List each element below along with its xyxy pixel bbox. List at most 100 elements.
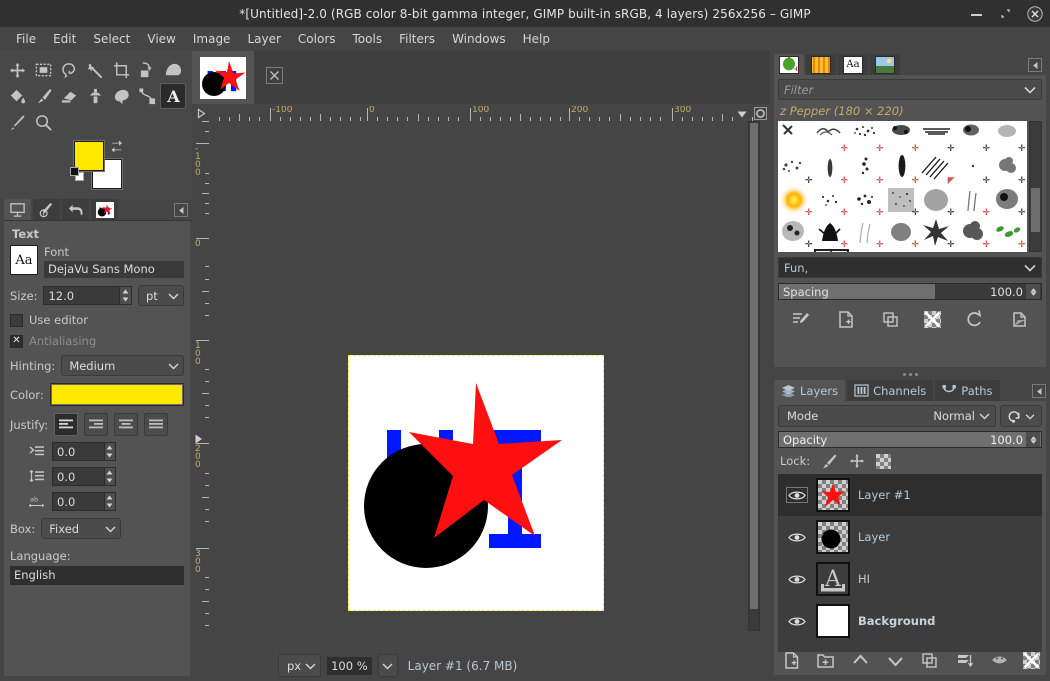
raise-layer-icon[interactable] [850,649,872,671]
vertical-ruler[interactable]: -100 0 100 200 300 [194,121,209,631]
spacing-spin-buttons[interactable] [1026,284,1040,299]
delete-layer-icon[interactable] [1022,651,1040,669]
duplicate-brush-icon[interactable] [879,308,903,330]
brushes-tab[interactable]: + [774,54,804,75]
table-row[interactable]: Layer [778,516,1042,558]
line-spacing-decrement-icon[interactable] [103,476,115,485]
justify-left-button[interactable] [54,413,79,436]
fuzzy-select-tool[interactable] [82,57,108,83]
brush-item[interactable]: ✛ [991,185,1027,218]
dock-resize-grip[interactable] [770,369,1050,379]
line-spacing-increment-icon[interactable] [103,468,115,477]
brush-item[interactable]: ✛ [885,153,921,186]
line-spacing-spin-buttons[interactable] [103,468,115,485]
tool-options-tab[interactable] [4,199,31,220]
close-icon[interactable] [1027,6,1043,22]
images-tab[interactable]: HI [91,199,118,220]
tab-paths[interactable]: Paths [935,380,1000,401]
brush-item[interactable]: ✛ [849,153,885,186]
size-decrement-icon[interactable] [119,295,131,304]
tab-channels[interactable]: Channels [847,380,934,401]
use-editor-checkbox[interactable] [10,313,23,327]
layer-mode-switch-button[interactable] [1000,405,1042,427]
layer-mode-combo[interactable]: Mode Normal [778,405,996,427]
brush-item[interactable]: ✛ [991,217,1027,250]
brush-tag-combo[interactable]: Fun, [778,257,1042,278]
brush-filter-input[interactable]: Filter [778,79,1042,100]
size-unit-combo[interactable]: pt [138,285,184,306]
swap-colors-icon[interactable] [110,139,126,158]
merge-layer-icon[interactable] [988,649,1010,671]
brush-spacing-slider[interactable]: Spacing 100.0 [778,283,1042,300]
layer-visibility-icon[interactable] [786,487,808,503]
letter-spacing-spin-buttons[interactable] [103,493,115,510]
menu-layer[interactable]: Layer [239,29,288,49]
brush-item[interactable]: ✛ [814,185,850,218]
size-increment-icon[interactable] [119,287,131,296]
justify-right-button[interactable] [84,413,109,436]
lock-position-icon[interactable] [848,453,866,469]
document-history-tab[interactable] [870,54,900,75]
layer-list[interactable]: Layer #1 Layer A HI Background [778,474,1042,652]
free-select-tool[interactable] [56,57,82,83]
antialiasing-checkbox[interactable]: ✕ [10,334,23,348]
maximize-icon[interactable] [998,6,1013,21]
language-input[interactable]: English [10,566,184,585]
menu-windows[interactable]: Windows [444,29,514,49]
brush-item[interactable] [778,121,814,153]
brush-item[interactable]: ✛ [814,121,850,154]
layer-visibility-icon[interactable] [786,529,808,545]
undo-history-tab[interactable] [62,199,89,220]
clone-tool[interactable] [82,83,108,109]
size-input[interactable] [44,287,120,304]
brush-item[interactable]: ✛ [778,217,814,250]
duplicate-layer-icon[interactable] [919,649,941,671]
brush-item[interactable]: ✛ [920,217,956,250]
text-color-swatch[interactable] [49,383,184,406]
refresh-brushes-icon[interactable] [962,308,986,330]
letter-spacing-stepper[interactable] [52,492,116,511]
menu-help[interactable]: Help [515,29,558,49]
brush-item[interactable]: ✛ [885,217,921,250]
paths-tool[interactable] [134,83,160,109]
fonts-tab[interactable]: Aa [838,54,868,75]
crop-tool[interactable] [108,57,134,83]
indent-spin-buttons[interactable] [103,443,115,460]
line-spacing-stepper[interactable] [52,467,116,486]
brush-item[interactable]: ✛ [956,185,992,218]
menu-file[interactable]: File [8,29,44,49]
line-spacing-input[interactable] [53,468,104,485]
right-dock-menu-icon[interactable] [1028,58,1042,72]
justify-center-button[interactable] [114,413,139,436]
menu-colors[interactable]: Colors [290,29,344,49]
zoom-input[interactable]: 100 % [327,656,372,675]
paintbrush-tool[interactable] [30,83,56,109]
delete-brush-icon[interactable] [924,310,942,328]
warp-transform-tool[interactable] [160,57,186,83]
brush-item[interactable]: ✛ [814,217,850,250]
brush-item[interactable]: ✛ [849,121,885,154]
brush-scrollbar-thumb[interactable] [1031,188,1040,232]
rectangle-select-tool[interactable] [30,57,56,83]
eraser-tool[interactable] [56,83,82,109]
horizontal-ruler[interactable]: -100 0 100 200 300 [209,106,754,121]
smudge-tool[interactable] [108,83,134,109]
brush-item[interactable]: ✛ [956,121,992,154]
device-status-tab[interactable]: i [33,199,60,220]
menu-select[interactable]: Select [85,29,138,49]
anchor-layer-icon[interactable] [953,649,975,671]
unit-combo[interactable]: px [278,654,322,677]
brush-item[interactable]: ✛ [956,153,992,186]
brush-grid[interactable]: ✛ ✛ ✛ ✛ ✛ ✛ ✛ ✛ ✛ ✛ ◤ ✛ ✛ ✛ ✛ ✛ ✛ ✛ ✛ ✛ … [778,121,1027,252]
brush-item[interactable]: ◤ [920,153,956,186]
brush-item[interactable]: ✛ [849,217,885,250]
text-tool[interactable]: A [160,83,186,109]
new-layer-group-icon[interactable] [815,649,837,671]
layer-visibility-icon[interactable] [786,613,808,629]
hinting-combo[interactable]: Medium [61,355,184,376]
menu-edit[interactable]: Edit [45,29,84,49]
edit-brush-icon[interactable] [789,308,813,330]
canvas-viewport[interactable] [209,121,754,631]
menu-tools[interactable]: Tools [345,29,391,49]
brush-item[interactable]: ✛ [778,153,814,186]
